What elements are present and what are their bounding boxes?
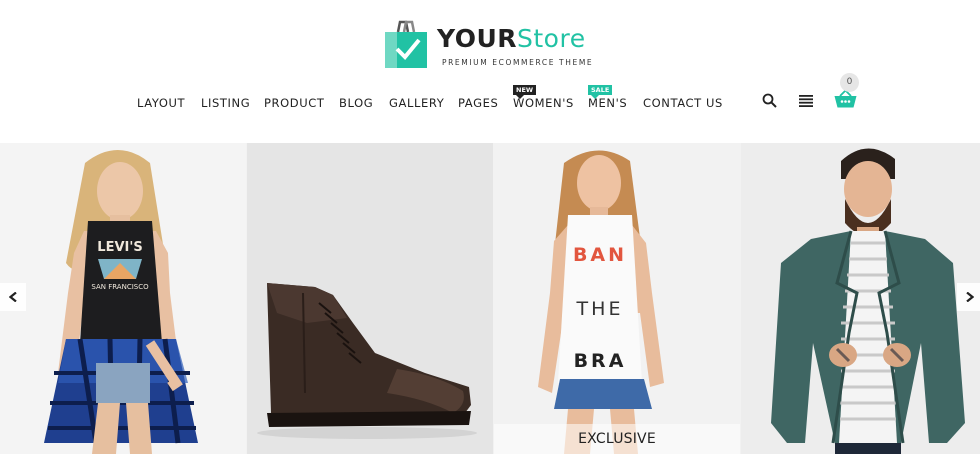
slide-mens-blazer[interactable]	[741, 143, 980, 454]
svg-text:LEVI'S: LEVI'S	[97, 240, 142, 255]
slider-prev-button[interactable]	[0, 283, 26, 311]
woman-levis-image: LEVI'S SAN FRANCISCO	[0, 143, 246, 454]
nav-contact-us[interactable]: CONTACT US	[643, 96, 723, 110]
nav-listing[interactable]: LISTING	[201, 96, 250, 110]
store-logo[interactable]: YOURStore PREMIUM ECOMMERCE THEME	[384, 16, 594, 72]
shopping-bag-logo-icon	[385, 20, 427, 68]
svg-text:BRA: BRA	[574, 350, 627, 372]
logo-tagline: PREMIUM ECOMMERCE THEME	[442, 58, 594, 67]
page-continuation	[0, 454, 980, 471]
nav-blog[interactable]: BLOG	[339, 96, 373, 110]
nav-layout[interactable]: LAYOUT	[137, 96, 185, 110]
slider-next-button[interactable]	[957, 283, 980, 311]
sale-badge: SALE	[588, 85, 613, 99]
slide-womens-exclusive[interactable]: BAN THE BRA	[494, 143, 740, 454]
svg-text:THE: THE	[576, 298, 624, 320]
cart-count-badge: 0	[840, 73, 859, 92]
cart-icon[interactable]	[834, 90, 857, 108]
site-header: YOURStore PREMIUM ECOMMERCE THEME LAYOUT…	[0, 0, 980, 143]
man-blazer-image	[741, 143, 980, 454]
exclusive-caption[interactable]: EXCLUSIVE	[494, 424, 740, 454]
hero-slider: LEVI'S SAN FRANCISCO BAN THE BRA EXCLUSI…	[0, 143, 980, 454]
chevron-left-icon	[9, 292, 17, 302]
nav-product[interactable]: PRODUCT	[264, 96, 325, 110]
slide-womens-levis[interactable]: LEVI'S SAN FRANCISCO	[0, 143, 246, 454]
new-badge: NEW	[513, 85, 537, 99]
logo-wordmark: YOURStore	[437, 24, 586, 53]
svg-text:SAN FRANCISCO: SAN FRANCISCO	[91, 283, 149, 291]
main-navigation: LAYOUT LISTING PRODUCT BLOG GALLERY PAGE…	[0, 85, 740, 114]
svg-text:BAN: BAN	[573, 244, 627, 266]
menu-icon[interactable]	[799, 95, 813, 107]
search-icon[interactable]	[762, 93, 777, 108]
leather-boot-image	[247, 143, 493, 454]
chevron-right-icon	[966, 292, 974, 302]
nav-pages[interactable]: PAGES	[458, 96, 498, 110]
slide-leather-boot[interactable]	[247, 143, 493, 454]
nav-gallery[interactable]: GALLERY	[389, 96, 444, 110]
woman-ban-the-bra-image: BAN THE BRA	[494, 143, 740, 454]
